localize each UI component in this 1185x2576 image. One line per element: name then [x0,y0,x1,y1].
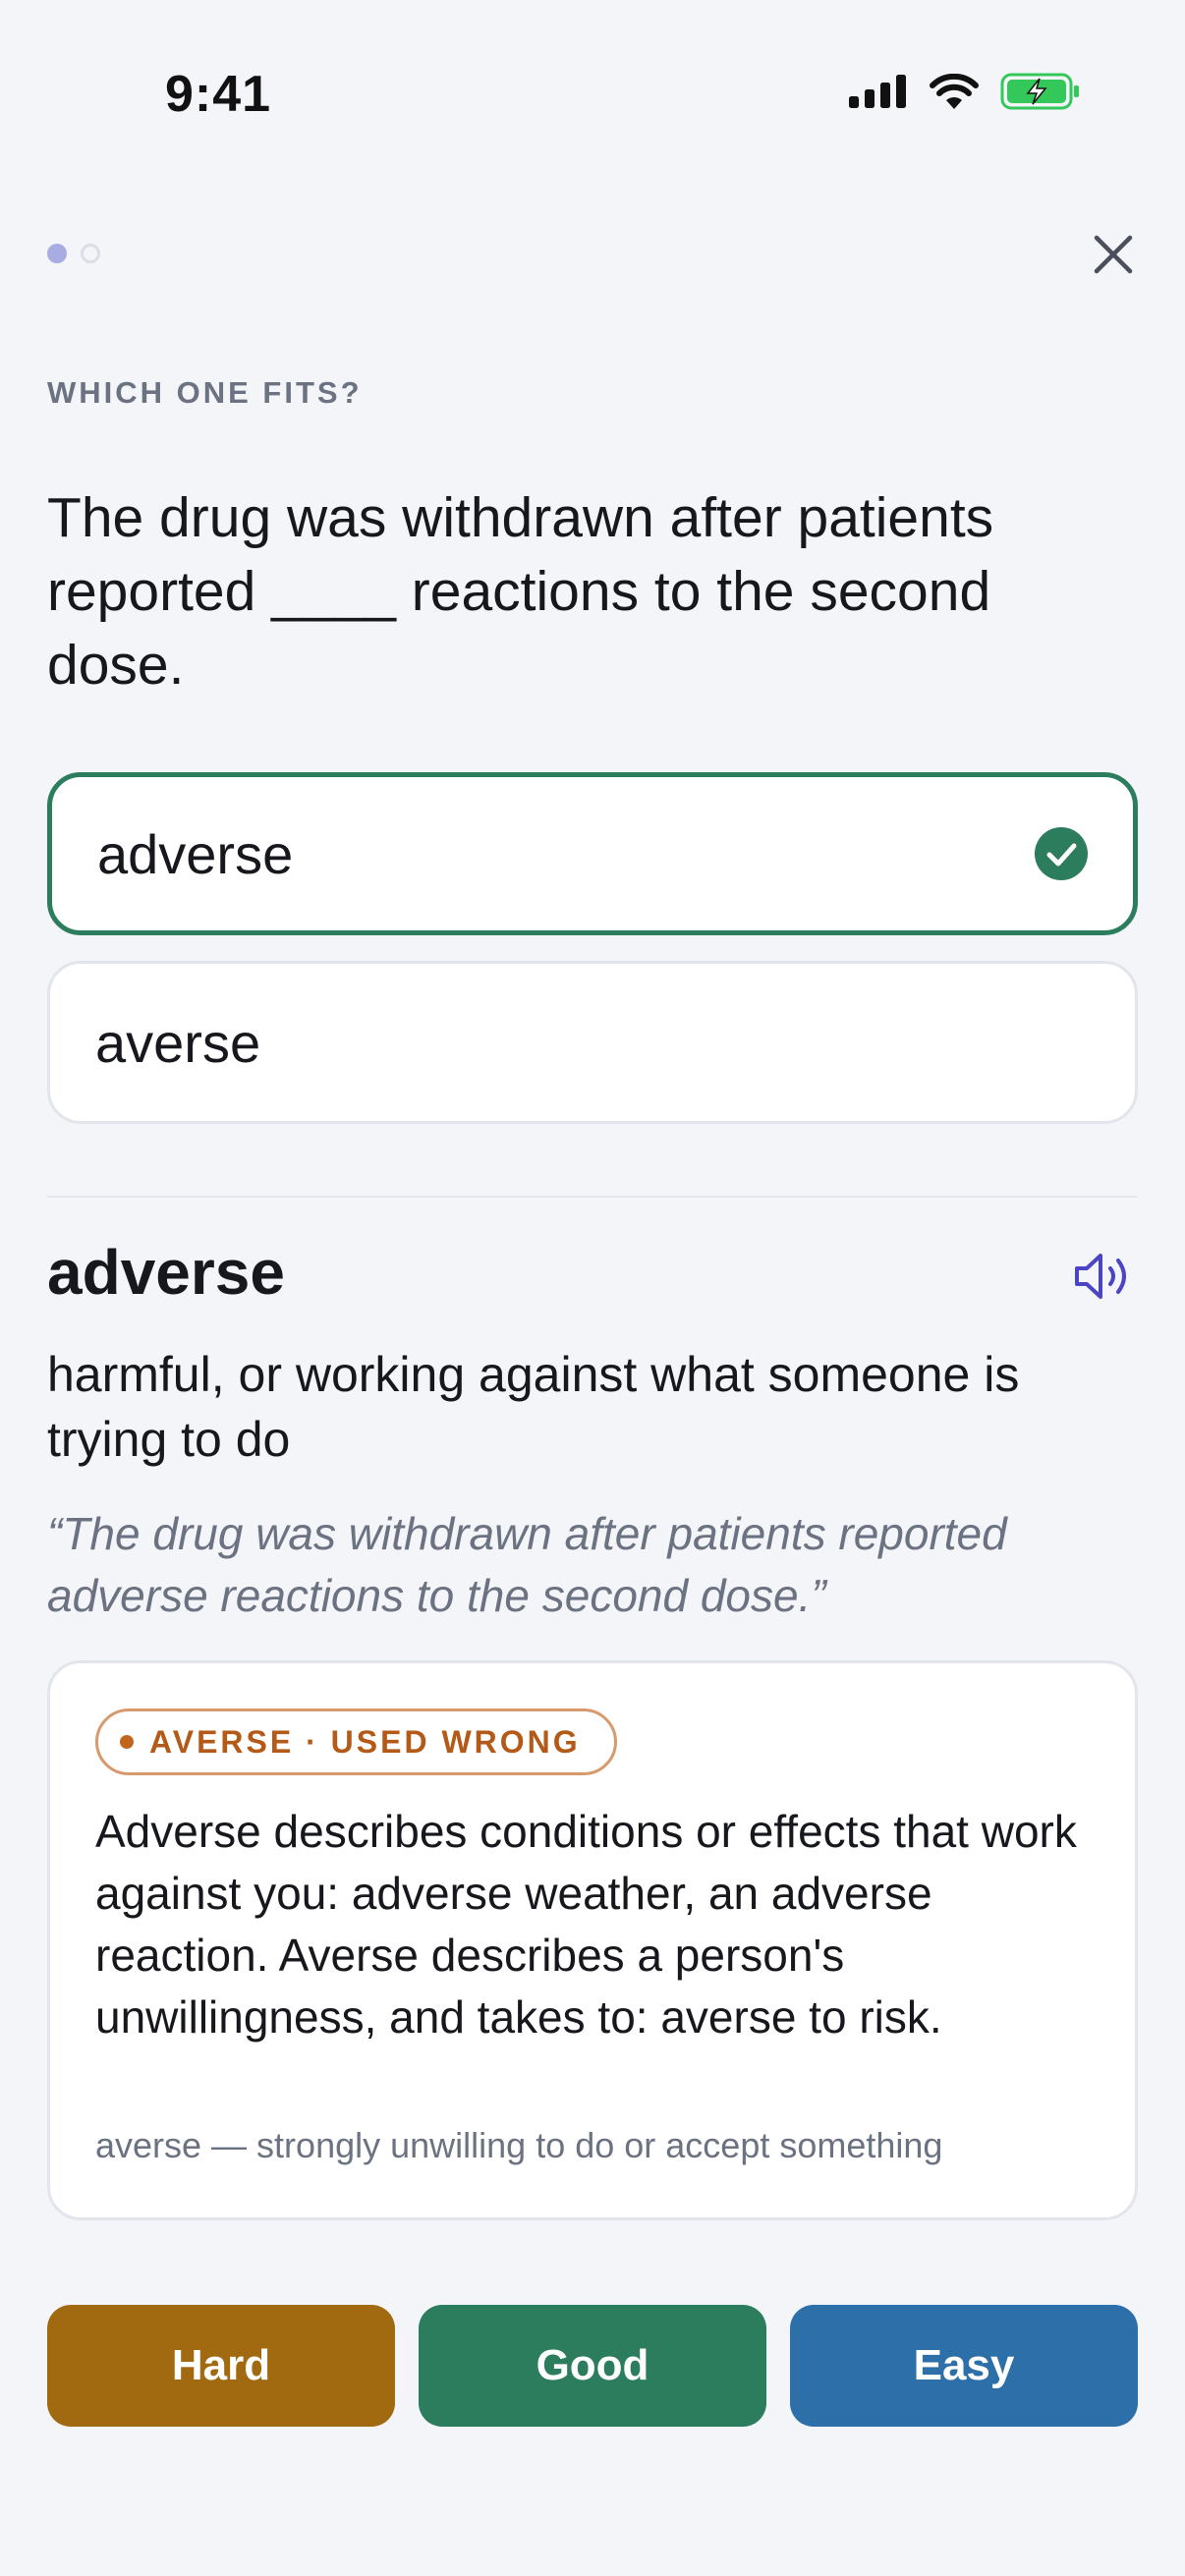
check-circle-icon [1035,827,1088,880]
progress-indicator [47,244,100,263]
progress-dot-current [47,244,67,263]
battery-charging-icon [1000,73,1079,110]
status-time: 9:41 [165,66,272,123]
wifi-icon [930,74,979,109]
easy-button[interactable]: Easy [790,2305,1138,2427]
divider [47,1196,1138,1198]
hard-button[interactable]: Hard [47,2305,395,2427]
badge-label: AVERSE · USED WRONG [149,1723,581,1760]
prompt-label: WHICH ONE FITS? [47,375,363,410]
good-button[interactable]: Good [419,2305,766,2427]
speaker-icon[interactable] [1073,1250,1134,1303]
answer-example: “The drug was withdrawn after patients r… [47,1508,1007,1621]
option-averse[interactable]: averse [47,961,1138,1124]
question-text: The drug was withdrawn after patients re… [47,486,994,697]
screen: 9:41 WHICH ONE FITS? The drug was withdr… [0,0,1185,2576]
usage-badge: AVERSE · USED WRONG [95,1708,617,1775]
usage-note-footer: averse — strongly unwilling to do or acc… [95,2125,943,2165]
option-label: averse [95,1011,261,1074]
answer-definition: harmful, or working against what someone… [47,1347,1020,1467]
close-icon[interactable] [1089,230,1138,279]
usage-note-body: Adverse describes conditions or effects … [95,1806,1077,2043]
status-bar: 9:41 [0,0,1185,196]
usage-note-card: AVERSE · USED WRONG Adverse describes co… [47,1660,1138,2220]
signal-icon [849,75,906,108]
progress-dot-remaining [81,244,100,263]
rating-buttons: Hard Good Easy [47,2305,1138,2427]
status-icons [849,73,1081,110]
option-adverse[interactable]: adverse [47,772,1138,935]
answer-word: adverse [47,1237,285,1308]
badge-dot [120,1735,134,1749]
option-label: adverse [97,822,294,885]
